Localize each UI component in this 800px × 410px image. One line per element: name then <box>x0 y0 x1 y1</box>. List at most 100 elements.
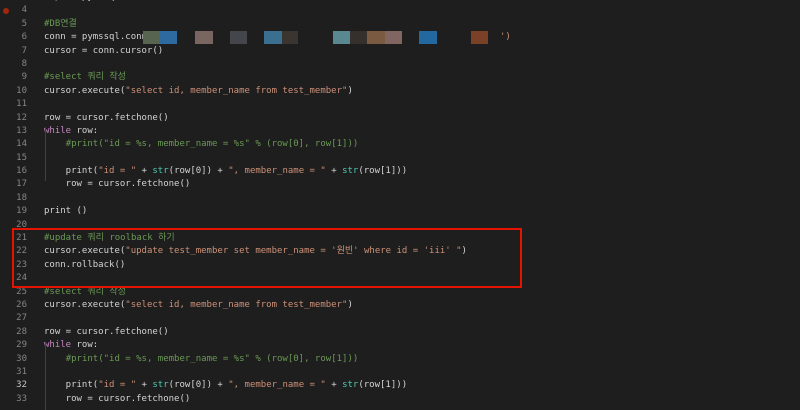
line-number: 33 <box>16 393 27 404</box>
code-line[interactable]: 4 <box>0 4 800 17</box>
code-line[interactable]: 7 cursor = conn.cursor() <box>0 45 800 58</box>
code-text: while row: <box>44 125 98 138</box>
string-token: ", member_name = " <box>228 166 326 177</box>
string-token: "select id, member_name from test_member… <box>125 299 348 310</box>
line-number: 17 <box>16 179 27 190</box>
code-line[interactable]: 14 #print("id = %s, member_name = %s" % … <box>0 138 800 151</box>
line-number: 27 <box>16 313 27 324</box>
code-line[interactable]: 15 <box>0 152 800 165</box>
code-line[interactable]: 28 row = cursor.fetchone() <box>0 326 800 339</box>
line-number: 28 <box>16 326 27 337</box>
code-line[interactable]: 9 #select 쿼리 작성 <box>0 71 800 84</box>
code-text: row = cursor.fetchone() <box>44 112 169 125</box>
code-text: cursor.execute("select id, member_name f… <box>44 299 353 312</box>
plain-token: (row[0]) + <box>168 380 229 391</box>
code-text: cursor = conn.cursor() <box>44 45 163 58</box>
connect-tail: ') <box>500 32 511 42</box>
line-number: 9 <box>21 72 27 83</box>
code-text: row = cursor.fetchone() <box>44 326 169 339</box>
string-token: "id = " <box>98 166 137 177</box>
plain-token: + <box>136 380 153 391</box>
plain-token: + <box>325 380 343 391</box>
code-text: while row: <box>44 339 98 352</box>
keyword-token: import <box>44 0 77 2</box>
code-line[interactable]: 33 row = cursor.fetchone() <box>0 393 800 406</box>
plain-token: row = cursor.fetchone() <box>44 326 169 337</box>
code-line[interactable]: 8 <box>0 58 800 71</box>
plain-token: print () <box>44 206 88 217</box>
line-number: 10 <box>16 85 27 96</box>
code-text: print("id = " + str(row[0]) + ", member_… <box>44 165 407 178</box>
line-number: 18 <box>16 192 27 203</box>
code-line[interactable]: 17 row = cursor.fetchone() <box>0 178 800 191</box>
code-line[interactable]: 32 print("id = " + str(row[0]) + ", memb… <box>0 379 800 392</box>
line-number: 26 <box>16 299 27 310</box>
plain-token: cursor = conn.cursor() <box>44 45 164 56</box>
builtin-token: str <box>342 166 359 177</box>
code-line[interactable]: 19 print () <box>0 205 800 218</box>
plain-token: ) <box>347 299 353 310</box>
plain-token: + <box>136 166 153 177</box>
highlight-box <box>12 228 522 288</box>
plain-token: cursor.execute( <box>44 85 126 96</box>
comment-token: #print("id = %s, member_name = %s" % (ro… <box>65 139 359 150</box>
code-line[interactable]: 5 #DB연결 <box>0 18 800 31</box>
line-number: 15 <box>16 152 27 163</box>
line-number: 30 <box>16 353 27 364</box>
code-line[interactable]: 11 <box>0 98 800 111</box>
line-number: 12 <box>16 112 27 123</box>
line-number: 6 <box>21 32 27 43</box>
code-text: #print("id = %s, member_name = %s" % (ro… <box>44 138 359 151</box>
line-number: 19 <box>16 206 27 217</box>
plain-token: (row[0]) + <box>168 166 229 177</box>
code-line[interactable]: 31 <box>0 366 800 379</box>
plain-token: print( <box>44 380 99 391</box>
comment-token: #select 쿼리 작성 <box>44 286 126 297</box>
plain-token: cursor.execute( <box>44 299 126 310</box>
comment-token: #print("id = %s, member_name = %s" % (ro… <box>65 353 359 364</box>
code-text: #DB연결 <box>44 18 77 31</box>
code-text: cursor.execute("select id, member_name f… <box>44 85 353 98</box>
plain-token: (row[1])) <box>358 380 408 391</box>
indent-guide <box>45 127 46 181</box>
code-line[interactable]: 27 <box>0 312 800 325</box>
line-number: 8 <box>21 58 27 69</box>
line-number: 32 <box>16 380 27 391</box>
code-text: #select 쿼리 작성 <box>44 71 126 84</box>
code-line[interactable]: 12 row = cursor.fetchone() <box>0 112 800 125</box>
comment-token: #select 쿼리 작성 <box>44 72 126 83</box>
code-text: print("id = " + str(row[0]) + ", member_… <box>44 379 407 392</box>
comment-token: #DB연결 <box>44 18 77 29</box>
plain-token: row = cursor.fetchone() <box>44 179 191 190</box>
code-line[interactable]: 10 cursor.execute("select id, member_name… <box>0 85 800 98</box>
plain-token: ) <box>347 85 353 96</box>
plain-token: pymssql <box>77 0 120 2</box>
code-line[interactable]: 18 <box>0 192 800 205</box>
line-number: 16 <box>16 166 27 177</box>
builtin-token: str <box>152 166 169 177</box>
code-line[interactable]: 30 #print("id = %s, member_name = %s" % … <box>0 353 800 366</box>
code-line[interactable]: 26 cursor.execute("select id, member_name… <box>0 299 800 312</box>
code-editor[interactable]: 3import pymssql45#DB연결6conn = pymssql.co… <box>0 0 800 406</box>
line-number: 5 <box>21 18 27 29</box>
string-token: "select id, member_name from test_member… <box>125 85 348 96</box>
builtin-token: str <box>342 380 359 391</box>
code-text: row = cursor.fetchone() <box>44 393 191 406</box>
line-number: 29 <box>16 340 27 351</box>
plain-token: (row[1])) <box>358 166 408 177</box>
builtin-token: str <box>152 380 169 391</box>
keyword-token: while <box>44 340 72 351</box>
string-token: ", member_name = " <box>228 380 326 391</box>
code-line[interactable]: 13 while row: <box>0 125 800 138</box>
code-line[interactable]: 16 print("id = " + str(row[0]) + ", memb… <box>0 165 800 178</box>
string-token: "id = " <box>98 380 137 391</box>
line-number: 13 <box>16 125 27 136</box>
line-number: 11 <box>16 99 27 110</box>
line-number: 7 <box>21 45 27 56</box>
code-line[interactable]: 29 while row: <box>0 339 800 352</box>
line-number: 4 <box>21 5 27 16</box>
keyword-token: while <box>44 125 72 136</box>
code-text: row = cursor.fetchone() <box>44 178 191 191</box>
